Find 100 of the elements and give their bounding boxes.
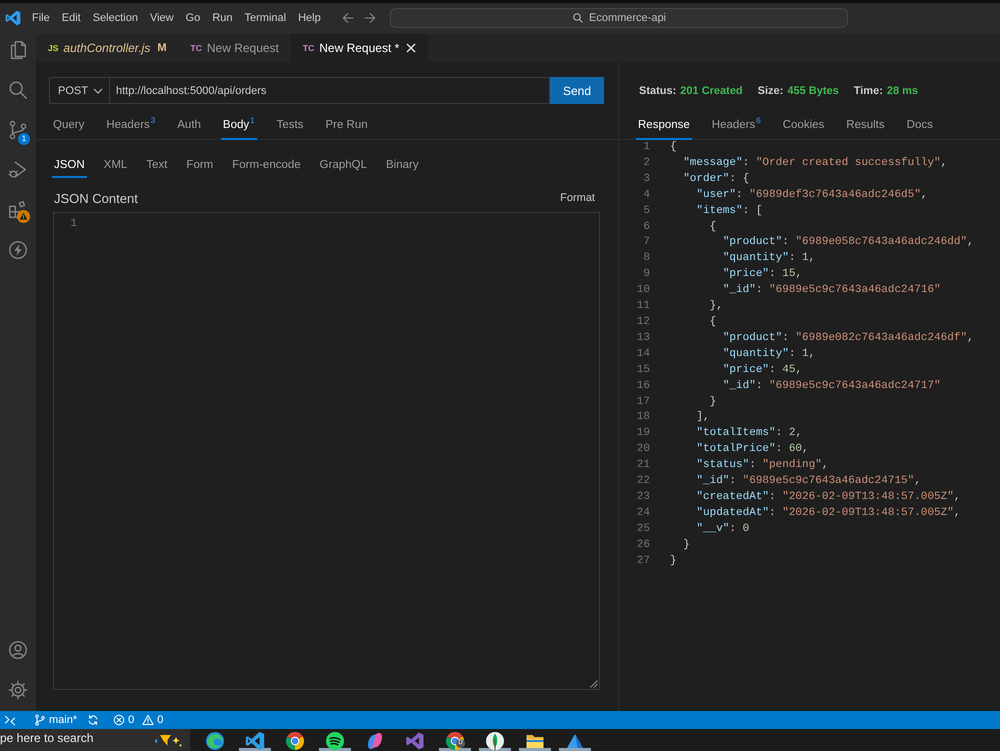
line-number: 5 xyxy=(643,204,650,217)
line-number: 12 xyxy=(636,316,650,328)
taskbar-button[interactable] xyxy=(479,729,511,751)
line-number: 26 xyxy=(636,538,650,551)
request-tab[interactable]: Tests xyxy=(274,112,306,140)
request-tab[interactable]: Query xyxy=(51,112,86,140)
search-icon[interactable] xyxy=(7,79,29,101)
response-tab[interactable]: Cookies xyxy=(780,112,826,140)
file-type-icon: TC xyxy=(302,43,314,53)
url-field[interactable]: http://localhost:5000/api/orders xyxy=(109,77,550,104)
code-line: "status": "pending", xyxy=(696,458,828,474)
lightning-icon[interactable] xyxy=(7,239,29,261)
code-line: "_id": "6989e5c9c7643a46adc24716" xyxy=(722,283,941,298)
line-number: 9 xyxy=(643,268,650,280)
code-line: { xyxy=(710,314,716,330)
section-label: JSON Content xyxy=(54,190,138,206)
response-tab[interactable]: Docs xyxy=(904,112,935,140)
metric-label: Status: xyxy=(639,84,676,98)
line-number: 24 xyxy=(636,506,650,519)
body-type-tab[interactable]: JSON xyxy=(52,154,87,178)
response-tab[interactable]: Results xyxy=(844,112,887,140)
request-tab[interactable]: Headers$^{3}$ xyxy=(104,112,158,140)
line-number: 10 xyxy=(636,284,650,296)
menu-item[interactable]: Help xyxy=(292,8,327,26)
line-number: 1 xyxy=(643,141,650,153)
resize-grip-icon[interactable] xyxy=(590,680,598,688)
code-line: } xyxy=(670,554,677,569)
close-icon[interactable] xyxy=(406,43,416,53)
line-number: 21 xyxy=(636,459,650,472)
back-arrow-icon[interactable] xyxy=(340,10,355,24)
code-line: }, xyxy=(710,299,723,314)
petals-icon xyxy=(365,731,385,751)
code-line: "_id": "6989e5c9c7643a46adc24715", xyxy=(696,474,921,490)
body-type-tab[interactable]: Form-encode xyxy=(230,154,303,178)
request-tab[interactable]: Pre Run xyxy=(323,112,370,140)
settings-icon[interactable] xyxy=(7,679,29,701)
line-number: 22 xyxy=(636,475,650,488)
menu-item[interactable]: Terminal xyxy=(238,8,292,26)
body-type-tab[interactable]: Form xyxy=(184,154,216,178)
line-number: 11 xyxy=(636,300,650,312)
line-number: 17 xyxy=(636,396,650,408)
line-number: 15 xyxy=(636,364,650,376)
swirl-circle-icon xyxy=(205,731,225,751)
line-number: 23 xyxy=(636,490,650,503)
leaf-circle-icon xyxy=(485,731,505,751)
code-line: { xyxy=(670,140,677,155)
metric-value: 28 ms xyxy=(886,84,918,98)
line-number: 3 xyxy=(643,172,650,185)
menu-item[interactable]: Selection xyxy=(86,8,144,26)
request-tab[interactable]: Body$^{1}$ xyxy=(220,112,257,140)
forward-arrow-icon[interactable] xyxy=(362,10,377,24)
metric-label: Time: xyxy=(854,84,883,98)
account-icon[interactable] xyxy=(7,639,29,661)
search-icon xyxy=(572,12,584,24)
send-button[interactable]: Send xyxy=(550,77,604,104)
editor-tab[interactable]: TC New Request * xyxy=(290,34,428,62)
problems-button[interactable]: 0 0 xyxy=(109,711,168,729)
metric-value: 455 Bytes xyxy=(787,84,839,98)
line-number: 18 xyxy=(636,411,650,424)
body-type-tab[interactable]: XML xyxy=(102,154,130,178)
branch-icon[interactable] xyxy=(7,119,29,141)
line-number: 25 xyxy=(636,522,650,535)
body-type-tab[interactable]: Text xyxy=(144,154,170,178)
code-line: "user": "6989def3c7643a46adc246d5", xyxy=(696,188,928,203)
request-tab[interactable]: Auth xyxy=(175,112,203,140)
file-type-icon: JS xyxy=(48,43,58,53)
file-type-icon: TC xyxy=(190,43,202,53)
line-number: 4 xyxy=(643,188,650,201)
chevron-down-icon xyxy=(93,88,103,94)
menu-item[interactable]: Run xyxy=(206,8,238,26)
sync-icon[interactable] xyxy=(87,714,100,726)
line-number: 6 xyxy=(643,220,650,233)
remote-icon[interactable] xyxy=(4,714,16,726)
method-select[interactable]: POST xyxy=(49,77,109,104)
branch-button[interactable]: main* xyxy=(30,711,82,729)
code-line: "product": "6989e082c7643a46adc246df", xyxy=(722,330,974,346)
count-badge: 1 xyxy=(18,133,30,145)
response-tab[interactable]: Headers$^{6}$ xyxy=(710,112,763,140)
format-link[interactable]: Format xyxy=(560,192,595,204)
search-field[interactable]: pe here to search xyxy=(0,729,190,751)
command-center[interactable]: Ecommerce-api xyxy=(390,8,848,28)
menu-item[interactable]: View xyxy=(144,8,180,26)
menu-item[interactable]: Edit xyxy=(56,8,87,26)
logo-icon xyxy=(5,10,21,26)
body-type-tab[interactable]: GraphQL xyxy=(318,154,369,178)
code-line: "quantity": 1, xyxy=(722,251,816,266)
line-number: 13 xyxy=(636,332,650,344)
editor-tab[interactable]: JS authController.js M xyxy=(36,34,179,62)
taskbar-button[interactable] xyxy=(319,729,351,751)
taskbar-button[interactable] xyxy=(239,729,271,751)
menu-item[interactable]: File xyxy=(26,8,56,26)
menu-item[interactable]: Go xyxy=(180,8,206,26)
branch-icon xyxy=(34,714,46,726)
code-line: "price": 15, xyxy=(722,267,802,282)
json-editor-field[interactable]: 1 xyxy=(53,212,600,690)
ribbon-icon xyxy=(405,731,425,751)
sparkle-icon xyxy=(152,732,182,748)
response-tab[interactable]: Response xyxy=(636,112,692,140)
body-type-tab[interactable]: Binary xyxy=(384,154,421,178)
editor-tab[interactable]: TC New Request xyxy=(178,34,291,62)
